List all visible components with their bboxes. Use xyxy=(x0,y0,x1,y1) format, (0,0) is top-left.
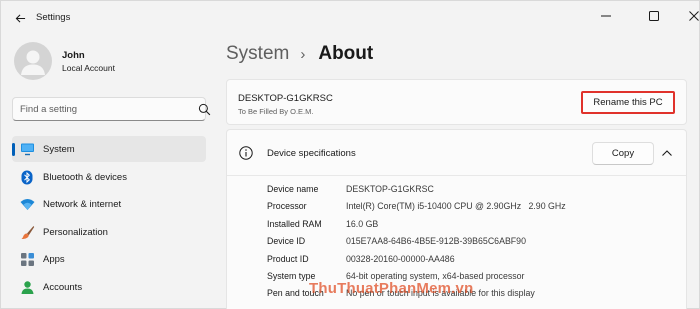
sidebar-item-label: Apps xyxy=(43,254,65,265)
apps-icon xyxy=(19,251,35,267)
bluetooth-icon xyxy=(19,169,35,185)
sidebar-item-system[interactable]: System xyxy=(12,136,206,162)
sidebar-item-apps[interactable]: Apps xyxy=(12,246,206,272)
sidebar-item-label: Bluetooth & devices xyxy=(43,172,127,183)
spec-label: Device name xyxy=(267,184,319,194)
sidebar-item-network[interactable]: Network & internet xyxy=(12,191,206,217)
breadcrumb: System › About xyxy=(226,41,373,67)
back-arrow-icon xyxy=(15,13,25,23)
search-icon[interactable] xyxy=(198,103,211,116)
wifi-icon xyxy=(19,196,35,212)
spec-value: Intel(R) Core(TM) i5-10400 CPU @ 2.90GHz… xyxy=(346,201,566,211)
pc-name: DESKTOP-G1GKRSC xyxy=(238,93,333,104)
brush-icon xyxy=(19,224,35,240)
settings-window: Settings John Local Account Find a setti… xyxy=(0,0,700,309)
profile-name: John xyxy=(62,50,85,61)
breadcrumb-parent[interactable]: System xyxy=(226,43,289,65)
pc-name-card: DESKTOP-G1GKRSC To Be Filled By O.E.M. R… xyxy=(226,79,687,125)
spec-label: Installed RAM xyxy=(267,219,322,229)
collapse-button[interactable] xyxy=(660,147,674,159)
sidebar-item-label: Personalization xyxy=(43,227,108,238)
close-icon xyxy=(689,11,699,21)
spec-value: 00328-20160-00000-AA486 xyxy=(346,254,455,264)
sidebar-item-label: Accounts xyxy=(43,282,83,293)
spec-value: 16.0 GB xyxy=(346,219,379,229)
sidebar-item-label: Network & internet xyxy=(43,199,122,210)
sidebar-item-label: System xyxy=(43,144,75,155)
active-indicator xyxy=(12,143,15,156)
user-avatar-icon xyxy=(21,50,45,75)
sidebar-item-accounts[interactable]: Accounts xyxy=(12,274,206,300)
rename-pc-button[interactable]: Rename this PC xyxy=(581,91,675,114)
page-title: About xyxy=(318,43,374,64)
sidebar-item-bluetooth[interactable]: Bluetooth & devices xyxy=(12,164,206,190)
minimize-icon xyxy=(601,15,611,17)
pc-model: To Be Filled By O.E.M. xyxy=(238,107,314,116)
chevron-up-icon xyxy=(662,150,672,156)
search-box[interactable] xyxy=(12,97,211,121)
spec-label: Processor xyxy=(267,201,307,211)
copy-button[interactable]: Copy xyxy=(592,142,654,165)
profile-account-type: Local Account xyxy=(62,63,115,73)
section-title: Device specifications xyxy=(267,148,356,159)
person-icon xyxy=(19,279,35,295)
search-input[interactable] xyxy=(20,102,180,117)
back-button[interactable] xyxy=(9,7,31,29)
minimize-button[interactable] xyxy=(593,5,619,27)
spec-value: DESKTOP-G1GKRSC xyxy=(346,184,434,194)
close-button[interactable] xyxy=(681,5,700,27)
watermark: ThuThuatPhanMem.vn xyxy=(309,280,474,297)
breadcrumb-separator: › xyxy=(300,45,306,63)
spec-label: Product ID xyxy=(267,254,309,264)
spec-value: 015E7AA8-64B6-4B5E-912B-39B65C6ABF90 xyxy=(346,236,526,246)
monitor-icon xyxy=(19,141,35,157)
sidebar-item-personalization[interactable]: Personalization xyxy=(12,219,206,245)
spec-label: Device ID xyxy=(267,236,306,246)
maximize-button[interactable] xyxy=(641,5,667,27)
info-icon xyxy=(239,146,253,160)
device-specifications-header[interactable]: Device specifications Copy xyxy=(227,130,686,176)
app-title: Settings xyxy=(36,12,71,23)
maximize-icon xyxy=(649,11,659,21)
title-bar: Settings xyxy=(1,1,700,35)
avatar[interactable] xyxy=(14,42,52,80)
